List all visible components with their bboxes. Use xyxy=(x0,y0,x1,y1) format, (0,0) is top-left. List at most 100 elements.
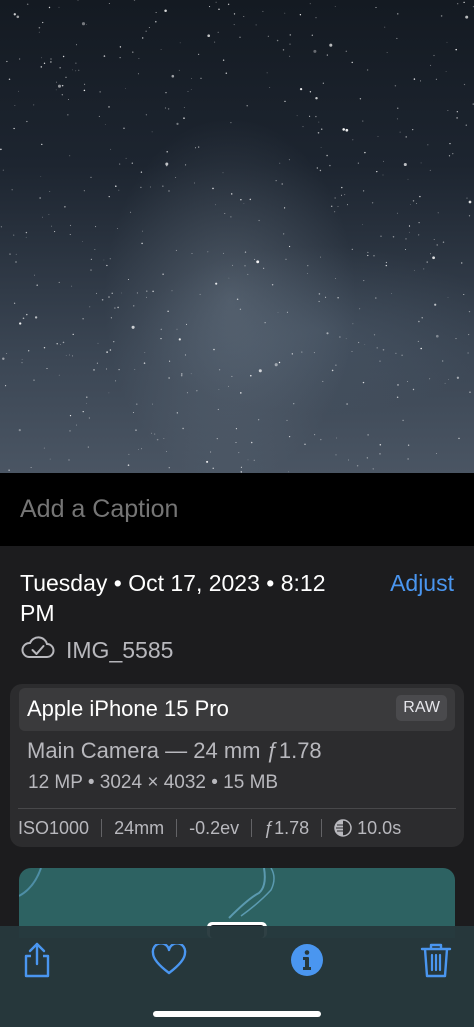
star xyxy=(168,190,170,192)
star xyxy=(467,352,469,354)
star xyxy=(434,303,437,306)
star xyxy=(72,69,73,71)
star xyxy=(405,249,407,251)
star xyxy=(179,42,181,44)
star xyxy=(95,226,97,228)
star xyxy=(15,253,17,255)
star xyxy=(144,352,146,353)
star xyxy=(152,290,154,293)
star xyxy=(344,194,346,196)
star xyxy=(5,385,7,387)
star xyxy=(26,3,29,5)
star xyxy=(375,6,377,9)
star xyxy=(391,293,392,294)
star xyxy=(145,30,147,32)
star xyxy=(320,128,323,130)
star xyxy=(6,353,8,354)
star xyxy=(418,320,420,323)
star xyxy=(49,458,51,460)
star xyxy=(397,107,399,109)
star xyxy=(77,0,79,1)
star xyxy=(164,9,167,12)
star xyxy=(402,419,404,422)
device-name: Apple iPhone 15 Pro xyxy=(27,696,229,721)
star xyxy=(8,78,11,80)
star xyxy=(429,378,431,380)
star xyxy=(457,3,459,5)
star xyxy=(335,364,337,366)
lens-info: Main Camera — 24 mm ƒ1.78 xyxy=(27,738,322,763)
star xyxy=(99,91,101,93)
star xyxy=(231,375,233,377)
star xyxy=(154,433,156,435)
star xyxy=(342,128,345,131)
star xyxy=(191,252,193,254)
star xyxy=(61,94,63,96)
star xyxy=(124,88,126,89)
star xyxy=(233,13,236,15)
star xyxy=(334,6,336,7)
star xyxy=(304,443,306,445)
star xyxy=(432,256,435,260)
star xyxy=(345,50,347,52)
star xyxy=(465,124,467,126)
star xyxy=(326,154,328,157)
star xyxy=(243,203,245,205)
star xyxy=(56,342,58,345)
star xyxy=(69,155,71,157)
star xyxy=(334,211,336,213)
star xyxy=(275,180,277,182)
star xyxy=(210,451,212,453)
adjust-button[interactable]: Adjust xyxy=(390,568,454,598)
star xyxy=(119,57,121,59)
star xyxy=(367,251,369,253)
star xyxy=(13,302,16,304)
star xyxy=(222,172,224,174)
photo-view[interactable] xyxy=(0,0,474,473)
star xyxy=(212,187,214,190)
star xyxy=(376,170,378,173)
star xyxy=(320,438,322,441)
star xyxy=(362,224,363,225)
star xyxy=(183,117,185,119)
share-icon[interactable] xyxy=(15,938,59,982)
star xyxy=(75,62,77,64)
star xyxy=(309,91,312,93)
star xyxy=(364,343,366,345)
star xyxy=(212,467,214,469)
star xyxy=(180,374,183,377)
star xyxy=(104,124,106,125)
star xyxy=(416,203,417,204)
star xyxy=(103,55,106,57)
star xyxy=(435,78,437,80)
star xyxy=(94,249,96,250)
star xyxy=(430,253,432,255)
star xyxy=(274,363,278,367)
star xyxy=(326,332,329,335)
info-icon[interactable] xyxy=(285,938,329,982)
star xyxy=(169,360,171,362)
star xyxy=(84,83,86,85)
caption-input[interactable] xyxy=(20,495,450,524)
star xyxy=(351,61,353,64)
star xyxy=(366,457,368,459)
aperture-value: ƒ1.78 xyxy=(264,817,310,838)
star xyxy=(403,162,407,167)
separator xyxy=(321,819,323,837)
star xyxy=(155,12,157,13)
trash-icon[interactable] xyxy=(414,938,458,982)
star xyxy=(345,338,347,340)
star xyxy=(433,239,435,240)
star xyxy=(106,368,108,370)
heart-icon[interactable] xyxy=(147,938,191,982)
star xyxy=(69,354,70,356)
star xyxy=(283,233,285,235)
star xyxy=(417,340,419,342)
star xyxy=(26,120,28,123)
star xyxy=(30,466,32,468)
star xyxy=(385,261,388,264)
star xyxy=(230,216,232,218)
star xyxy=(6,60,8,63)
star xyxy=(341,194,342,196)
star xyxy=(418,221,420,224)
